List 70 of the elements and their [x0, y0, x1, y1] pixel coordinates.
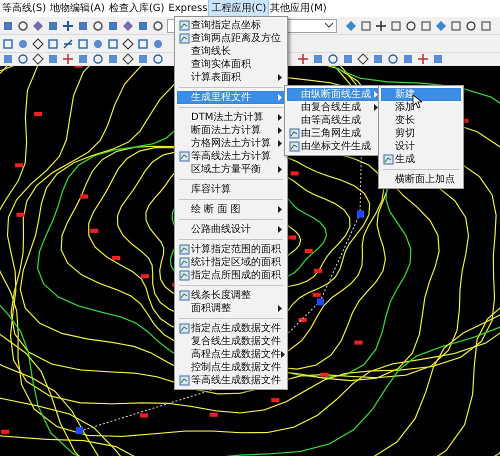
menu-item[interactable]: 生成 — [381, 153, 461, 166]
cross-icon[interactable] — [297, 53, 309, 65]
circle-icon[interactable] — [152, 20, 164, 32]
circle-icon[interactable] — [465, 20, 477, 32]
cross-icon[interactable] — [62, 53, 74, 65]
menu-bar-item[interactable]: 工程应用(C) — [209, 0, 268, 17]
square-icon[interactable] — [77, 38, 89, 50]
square-icon[interactable] — [450, 20, 462, 32]
menu-item[interactable]: 方格网法土方计算 — [177, 137, 285, 150]
menu-item[interactable]: 区域土方量平衡 — [177, 163, 285, 176]
square-icon[interactable] — [2, 38, 14, 50]
square-icon[interactable] — [360, 20, 372, 32]
square-icon[interactable] — [47, 38, 59, 50]
circle-icon[interactable] — [327, 53, 339, 65]
menu-item[interactable]: 公路曲线设计 — [177, 223, 285, 236]
circle-icon[interactable] — [92, 53, 104, 65]
menu-item[interactable]: 统计指定区域的面积 — [177, 256, 285, 269]
menu-bar-item[interactable]: 其他应用(M) — [268, 0, 329, 17]
diamond-icon[interactable] — [32, 38, 44, 50]
circle-icon[interactable] — [152, 53, 164, 65]
menu-item[interactable]: 等高线法土方计算 — [177, 150, 285, 163]
menu-bar-item[interactable]: 检查入库(G) — [106, 0, 166, 17]
menu-item[interactable]: 查询两点距离及方位 — [177, 32, 285, 45]
menu-bar-item[interactable]: Express — [166, 0, 210, 17]
square-icon[interactable] — [137, 38, 149, 50]
menu-bar-item[interactable]: 等高线(S) — [0, 0, 48, 17]
menu-item[interactable]: 计算表面积 — [177, 71, 285, 84]
menu-item[interactable]: 由复合线生成 — [287, 101, 381, 114]
menu-item[interactable]: 由坐标文件生成 — [287, 140, 381, 153]
diamond-icon[interactable] — [357, 53, 369, 65]
square-icon[interactable] — [390, 20, 402, 32]
menu-bar-item[interactable]: 地物编辑(A) — [48, 0, 107, 17]
menu-item[interactable]: 复合线生成数据文件 — [177, 335, 285, 348]
circle-icon[interactable] — [387, 53, 399, 65]
menu-item[interactable]: 指定点生成数据文件 — [177, 322, 285, 335]
menu-item[interactable]: 绘 断 面 图 — [177, 203, 285, 216]
menu-item[interactable]: 等高线生成数据文件 — [177, 374, 285, 387]
square-icon[interactable] — [420, 20, 432, 32]
menu-item[interactable]: 高程点生成数据文件 — [177, 348, 285, 361]
menu-item[interactable]: 指定点所围成的面积 — [177, 269, 285, 282]
menu-item[interactable]: 由等高线生成 — [287, 114, 381, 127]
menu-item[interactable]: 查询线长 — [177, 45, 285, 58]
square-icon[interactable] — [480, 20, 492, 32]
menu-item[interactable]: 剪切 — [381, 127, 461, 140]
menu-item[interactable]: 面积调整 — [177, 302, 285, 315]
menu-item[interactable]: 横断面上加点 — [381, 173, 461, 186]
menu-item[interactable]: 计算指定范围的面积 — [177, 243, 285, 256]
square-icon[interactable] — [107, 38, 119, 50]
cross-icon[interactable] — [62, 38, 74, 50]
menu-item[interactable]: 库容计算 — [177, 183, 285, 196]
diamond-icon[interactable] — [32, 53, 44, 65]
menu-item[interactable]: 由三角网生成 — [287, 127, 381, 140]
menu-item[interactable]: 设计 — [381, 140, 461, 153]
diamond-icon[interactable] — [122, 38, 134, 50]
menu-item[interactable]: 变长 — [381, 114, 461, 127]
menu-item[interactable]: 控制点生成数据文件 — [177, 361, 285, 374]
menu-item[interactable]: DTM法土方计算 — [177, 111, 285, 124]
circle-icon[interactable] — [17, 53, 29, 65]
menu-item[interactable]: 查询指定点坐标 — [177, 19, 285, 32]
menu-item[interactable]: 断面法土方计算 — [177, 124, 285, 137]
circle-icon[interactable] — [92, 20, 104, 32]
menu-item[interactable]: 线条长度调整 — [177, 289, 285, 302]
menu-item[interactable]: 查询实体面积 — [177, 58, 285, 71]
caret-icon — [325, 23, 333, 28]
cross-icon[interactable] — [62, 20, 74, 32]
circle-icon[interactable] — [405, 20, 417, 32]
diamond-icon[interactable] — [122, 53, 134, 65]
cross-icon[interactable] — [375, 20, 387, 32]
circle-icon[interactable] — [17, 20, 29, 32]
cross-icon[interactable] — [417, 53, 429, 65]
